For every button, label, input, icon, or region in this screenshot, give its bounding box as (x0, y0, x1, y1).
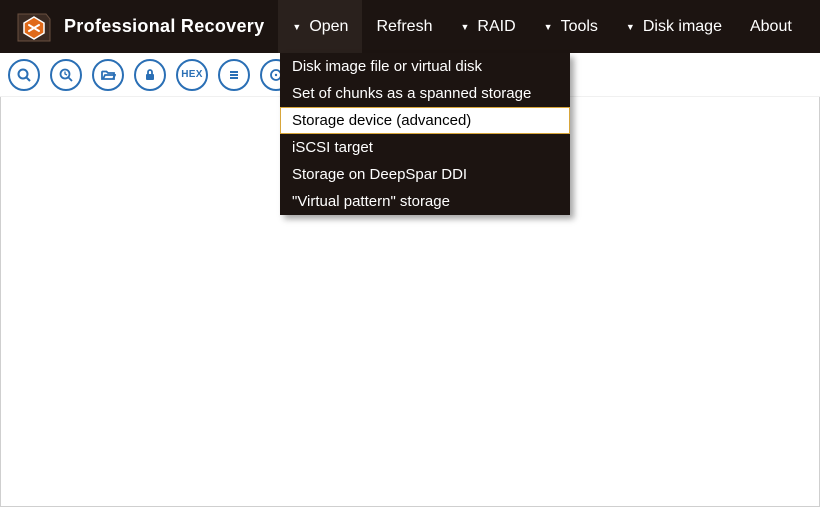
app-title: Professional Recovery (64, 16, 264, 37)
list-icon[interactable] (218, 59, 250, 91)
open-dropdown-item[interactable]: Set of chunks as a spanned storage (280, 80, 570, 107)
search-clock-icon[interactable] (50, 59, 82, 91)
menu-label: RAID (477, 18, 515, 36)
app-brand: Professional Recovery (0, 0, 278, 53)
menu-label: About (750, 18, 792, 36)
open-dropdown-item[interactable]: Disk image file or virtual disk (280, 53, 570, 80)
hex-icon[interactable]: HEX (176, 59, 208, 91)
menubar: Professional Recovery ▼ Open Refresh ▼ R… (0, 0, 820, 53)
hex-label: HEX (181, 69, 202, 80)
search-icon[interactable] (8, 59, 40, 91)
menu-label: Disk image (643, 18, 722, 36)
menu-refresh[interactable]: Refresh (362, 0, 446, 53)
menu-raid[interactable]: ▼ RAID (446, 0, 529, 53)
open-dropdown: Disk image file or virtual diskSet of ch… (280, 53, 570, 215)
open-dropdown-item[interactable]: Storage device (advanced) (280, 107, 570, 134)
open-dropdown-item[interactable]: Storage on DeepSpar DDI (280, 161, 570, 188)
menu-label: Tools (561, 18, 598, 36)
menu-label: Refresh (376, 18, 432, 36)
menu-disk-image[interactable]: ▼ Disk image (612, 0, 736, 53)
menu-tools[interactable]: ▼ Tools (530, 0, 612, 53)
menu-about[interactable]: About (736, 0, 806, 53)
menu-label: Open (309, 18, 348, 36)
lock-icon[interactable] (134, 59, 166, 91)
app-logo-icon (14, 7, 54, 47)
open-dropdown-item[interactable]: "Virtual pattern" storage (280, 188, 570, 215)
chevron-down-icon: ▼ (544, 22, 553, 32)
menu-items: ▼ Open Refresh ▼ RAID ▼ Tools ▼ Disk ima… (278, 0, 805, 53)
chevron-down-icon: ▼ (460, 22, 469, 32)
chevron-down-icon: ▼ (292, 22, 301, 32)
open-dropdown-item[interactable]: iSCSI target (280, 134, 570, 161)
folder-open-icon[interactable] (92, 59, 124, 91)
menu-open[interactable]: ▼ Open (278, 0, 362, 53)
chevron-down-icon: ▼ (626, 22, 635, 32)
